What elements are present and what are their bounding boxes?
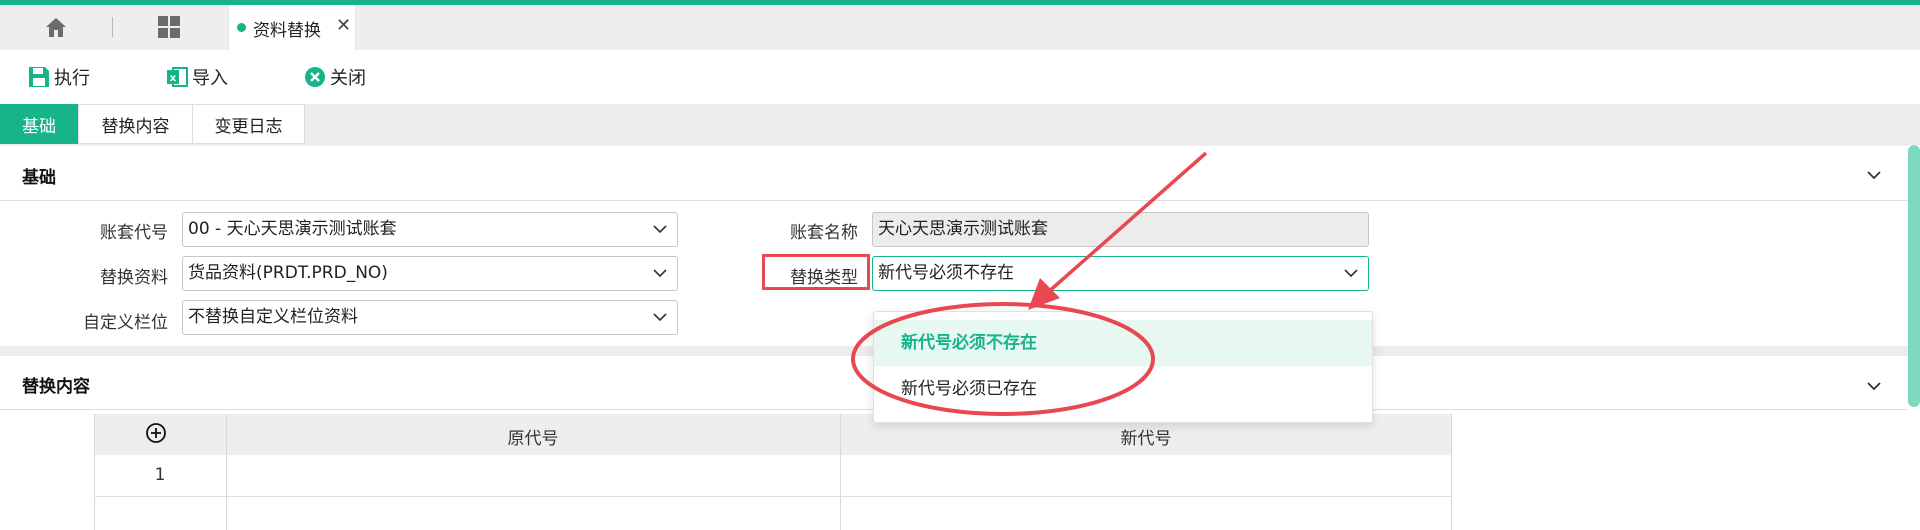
annotation-arrow-line [1044,151,1208,296]
annotation-ellipse [851,302,1155,416]
annotation-overlay [851,151,1208,416]
scrollbar-thumb[interactable] [1908,145,1920,407]
